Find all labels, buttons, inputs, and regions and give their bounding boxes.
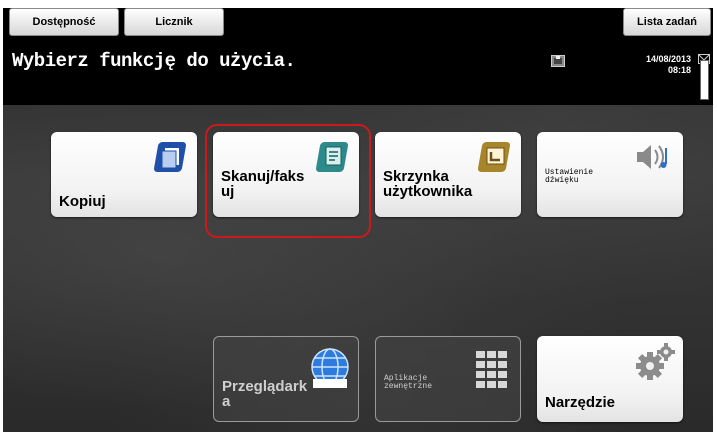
sound-settings-label: Ustawienie dźwięku: [545, 169, 593, 185]
panel-screen: Dostępność Licznik Lista zadań Wybierz f…: [3, 8, 713, 432]
date-text: 14/08/2013: [645, 54, 691, 64]
globe-icon: [308, 347, 352, 389]
external-apps-label-line2: zewnętrzne: [384, 382, 433, 391]
copy-label: Kopiuj: [59, 193, 106, 210]
user-box-label-line2: użytkownika: [383, 183, 473, 200]
external-apps-tile[interactable]: Aplikacje zewnętrzne: [375, 336, 521, 422]
time-text: 08:18: [667, 65, 691, 75]
accessibility-button[interactable]: Dostępność: [9, 8, 119, 36]
copy-tile[interactable]: Kopiuj: [51, 132, 197, 217]
page-title: Wybierz funkcję do użycia.: [12, 50, 296, 72]
sound-settings-tile[interactable]: Ustawienie dźwięku: [537, 132, 683, 217]
clock: 14/08/2013 08:18: [615, 54, 691, 76]
browser-label: Przeglądark a: [222, 379, 307, 409]
speaker-icon: [633, 140, 677, 182]
job-list-button[interactable]: Lista zadań: [623, 8, 711, 36]
browser-tile[interactable]: Przeglądark a: [213, 336, 359, 422]
copy-icon: [147, 140, 191, 182]
browser-label-line1: Przeglądark: [222, 378, 308, 395]
top-bar: Dostępność Licznik Lista zadań: [3, 8, 713, 50]
user-box-icon: [471, 140, 515, 182]
browser-label-line2: a: [222, 393, 231, 410]
sound-settings-label-line2: dźwięku: [545, 176, 579, 185]
counter-button[interactable]: Licznik: [124, 8, 224, 36]
printer-status-icon[interactable]: [551, 54, 565, 67]
gear-icon: [633, 342, 677, 384]
grid-icon: [470, 349, 514, 391]
utility-tile[interactable]: Narzędzie: [537, 336, 683, 422]
external-apps-label: Aplikacje zewnętrzne: [384, 375, 432, 391]
user-box-tile[interactable]: Skrzynka użytkownika: [375, 132, 521, 217]
scroll-indicator[interactable]: [700, 60, 709, 100]
user-box-label-line1: Skrzynka: [383, 168, 449, 185]
selection-highlight: [205, 124, 371, 238]
utility-label: Narzędzie: [545, 394, 616, 411]
user-box-label: Skrzynka użytkownika: [383, 169, 472, 199]
